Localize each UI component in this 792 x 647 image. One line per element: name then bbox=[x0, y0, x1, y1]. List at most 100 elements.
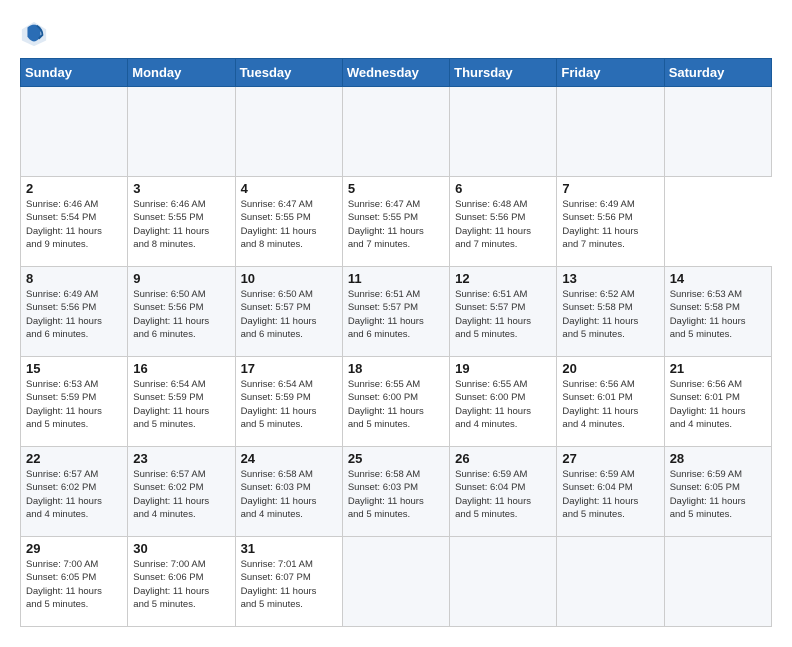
day-info: Sunrise: 6:49 AMSunset: 5:56 PMDaylight:… bbox=[26, 288, 122, 341]
day-number: 13 bbox=[562, 271, 658, 286]
day-number: 21 bbox=[670, 361, 766, 376]
day-number: 2 bbox=[26, 181, 122, 196]
day-info: Sunrise: 6:57 AMSunset: 6:02 PMDaylight:… bbox=[133, 468, 229, 521]
day-cell-10: 10 Sunrise: 6:50 AMSunset: 5:57 PMDaylig… bbox=[235, 267, 342, 357]
day-cell-6: 6 Sunrise: 6:48 AMSunset: 5:56 PMDayligh… bbox=[450, 177, 557, 267]
day-info: Sunrise: 6:49 AMSunset: 5:56 PMDaylight:… bbox=[562, 198, 658, 251]
day-number: 16 bbox=[133, 361, 229, 376]
day-info: Sunrise: 6:50 AMSunset: 5:56 PMDaylight:… bbox=[133, 288, 229, 341]
day-number: 7 bbox=[562, 181, 658, 196]
column-header-sunday: Sunday bbox=[21, 59, 128, 87]
day-number: 30 bbox=[133, 541, 229, 556]
day-info: Sunrise: 6:50 AMSunset: 5:57 PMDaylight:… bbox=[241, 288, 337, 341]
calendar-week-6: 29 Sunrise: 7:00 AMSunset: 6:05 PMDaylig… bbox=[21, 537, 772, 627]
day-cell-22: 22 Sunrise: 6:57 AMSunset: 6:02 PMDaylig… bbox=[21, 447, 128, 537]
day-cell-16: 16 Sunrise: 6:54 AMSunset: 5:59 PMDaylig… bbox=[128, 357, 235, 447]
day-cell-24: 24 Sunrise: 6:58 AMSunset: 6:03 PMDaylig… bbox=[235, 447, 342, 537]
day-cell-14: 14 Sunrise: 6:53 AMSunset: 5:58 PMDaylig… bbox=[664, 267, 771, 357]
day-info: Sunrise: 6:59 AMSunset: 6:04 PMDaylight:… bbox=[455, 468, 551, 521]
day-info: Sunrise: 6:46 AMSunset: 5:54 PMDaylight:… bbox=[26, 198, 122, 251]
calendar-week-1 bbox=[21, 87, 772, 177]
day-info: Sunrise: 6:46 AMSunset: 5:55 PMDaylight:… bbox=[133, 198, 229, 251]
logo-icon bbox=[20, 20, 48, 48]
empty-cell bbox=[342, 537, 449, 627]
day-number: 3 bbox=[133, 181, 229, 196]
day-info: Sunrise: 6:48 AMSunset: 5:56 PMDaylight:… bbox=[455, 198, 551, 251]
day-number: 24 bbox=[241, 451, 337, 466]
day-info: Sunrise: 6:53 AMSunset: 5:59 PMDaylight:… bbox=[26, 378, 122, 431]
calendar-week-2: 2 Sunrise: 6:46 AMSunset: 5:54 PMDayligh… bbox=[21, 177, 772, 267]
day-cell-19: 19 Sunrise: 6:55 AMSunset: 6:00 PMDaylig… bbox=[450, 357, 557, 447]
day-number: 18 bbox=[348, 361, 444, 376]
day-info: Sunrise: 6:57 AMSunset: 6:02 PMDaylight:… bbox=[26, 468, 122, 521]
day-info: Sunrise: 6:59 AMSunset: 6:04 PMDaylight:… bbox=[562, 468, 658, 521]
day-info: Sunrise: 6:54 AMSunset: 5:59 PMDaylight:… bbox=[133, 378, 229, 431]
day-number: 23 bbox=[133, 451, 229, 466]
day-cell-17: 17 Sunrise: 6:54 AMSunset: 5:59 PMDaylig… bbox=[235, 357, 342, 447]
day-info: Sunrise: 6:55 AMSunset: 6:00 PMDaylight:… bbox=[348, 378, 444, 431]
day-cell-15: 15 Sunrise: 6:53 AMSunset: 5:59 PMDaylig… bbox=[21, 357, 128, 447]
day-info: Sunrise: 6:59 AMSunset: 6:05 PMDaylight:… bbox=[670, 468, 766, 521]
day-cell-23: 23 Sunrise: 6:57 AMSunset: 6:02 PMDaylig… bbox=[128, 447, 235, 537]
calendar-header-row: SundayMondayTuesdayWednesdayThursdayFrid… bbox=[21, 59, 772, 87]
day-number: 27 bbox=[562, 451, 658, 466]
page-header bbox=[20, 20, 772, 48]
empty-cell bbox=[664, 87, 771, 177]
day-cell-31: 31 Sunrise: 7:01 AMSunset: 6:07 PMDaylig… bbox=[235, 537, 342, 627]
day-number: 17 bbox=[241, 361, 337, 376]
day-cell-20: 20 Sunrise: 6:56 AMSunset: 6:01 PMDaylig… bbox=[557, 357, 664, 447]
day-number: 26 bbox=[455, 451, 551, 466]
day-cell-12: 12 Sunrise: 6:51 AMSunset: 5:57 PMDaylig… bbox=[450, 267, 557, 357]
day-cell-30: 30 Sunrise: 7:00 AMSunset: 6:06 PMDaylig… bbox=[128, 537, 235, 627]
day-cell-25: 25 Sunrise: 6:58 AMSunset: 6:03 PMDaylig… bbox=[342, 447, 449, 537]
day-number: 22 bbox=[26, 451, 122, 466]
column-header-tuesday: Tuesday bbox=[235, 59, 342, 87]
empty-cell bbox=[557, 87, 664, 177]
day-number: 8 bbox=[26, 271, 122, 286]
day-number: 15 bbox=[26, 361, 122, 376]
day-info: Sunrise: 6:58 AMSunset: 6:03 PMDaylight:… bbox=[348, 468, 444, 521]
calendar-week-5: 22 Sunrise: 6:57 AMSunset: 6:02 PMDaylig… bbox=[21, 447, 772, 537]
day-info: Sunrise: 6:52 AMSunset: 5:58 PMDaylight:… bbox=[562, 288, 658, 341]
empty-cell bbox=[235, 87, 342, 177]
day-cell-2: 2 Sunrise: 6:46 AMSunset: 5:54 PMDayligh… bbox=[21, 177, 128, 267]
day-cell-3: 3 Sunrise: 6:46 AMSunset: 5:55 PMDayligh… bbox=[128, 177, 235, 267]
day-info: Sunrise: 7:00 AMSunset: 6:05 PMDaylight:… bbox=[26, 558, 122, 611]
day-cell-11: 11 Sunrise: 6:51 AMSunset: 5:57 PMDaylig… bbox=[342, 267, 449, 357]
day-number: 28 bbox=[670, 451, 766, 466]
day-info: Sunrise: 6:56 AMSunset: 6:01 PMDaylight:… bbox=[562, 378, 658, 431]
day-cell-5: 5 Sunrise: 6:47 AMSunset: 5:55 PMDayligh… bbox=[342, 177, 449, 267]
day-number: 29 bbox=[26, 541, 122, 556]
day-cell-4: 4 Sunrise: 6:47 AMSunset: 5:55 PMDayligh… bbox=[235, 177, 342, 267]
day-number: 9 bbox=[133, 271, 229, 286]
day-number: 12 bbox=[455, 271, 551, 286]
day-cell-7: 7 Sunrise: 6:49 AMSunset: 5:56 PMDayligh… bbox=[557, 177, 664, 267]
day-number: 11 bbox=[348, 271, 444, 286]
day-cell-9: 9 Sunrise: 6:50 AMSunset: 5:56 PMDayligh… bbox=[128, 267, 235, 357]
column-header-monday: Monday bbox=[128, 59, 235, 87]
day-cell-18: 18 Sunrise: 6:55 AMSunset: 6:00 PMDaylig… bbox=[342, 357, 449, 447]
empty-cell bbox=[450, 87, 557, 177]
calendar-week-3: 8 Sunrise: 6:49 AMSunset: 5:56 PMDayligh… bbox=[21, 267, 772, 357]
day-info: Sunrise: 6:51 AMSunset: 5:57 PMDaylight:… bbox=[455, 288, 551, 341]
day-info: Sunrise: 6:47 AMSunset: 5:55 PMDaylight:… bbox=[241, 198, 337, 251]
day-info: Sunrise: 6:58 AMSunset: 6:03 PMDaylight:… bbox=[241, 468, 337, 521]
day-info: Sunrise: 6:54 AMSunset: 5:59 PMDaylight:… bbox=[241, 378, 337, 431]
empty-cell bbox=[128, 87, 235, 177]
calendar-table: SundayMondayTuesdayWednesdayThursdayFrid… bbox=[20, 58, 772, 627]
day-number: 5 bbox=[348, 181, 444, 196]
day-cell-21: 21 Sunrise: 6:56 AMSunset: 6:01 PMDaylig… bbox=[664, 357, 771, 447]
day-number: 14 bbox=[670, 271, 766, 286]
day-number: 20 bbox=[562, 361, 658, 376]
day-info: Sunrise: 7:01 AMSunset: 6:07 PMDaylight:… bbox=[241, 558, 337, 611]
day-info: Sunrise: 7:00 AMSunset: 6:06 PMDaylight:… bbox=[133, 558, 229, 611]
day-number: 31 bbox=[241, 541, 337, 556]
day-number: 19 bbox=[455, 361, 551, 376]
day-cell-27: 27 Sunrise: 6:59 AMSunset: 6:04 PMDaylig… bbox=[557, 447, 664, 537]
day-info: Sunrise: 6:51 AMSunset: 5:57 PMDaylight:… bbox=[348, 288, 444, 341]
day-cell-26: 26 Sunrise: 6:59 AMSunset: 6:04 PMDaylig… bbox=[450, 447, 557, 537]
day-number: 6 bbox=[455, 181, 551, 196]
day-info: Sunrise: 6:53 AMSunset: 5:58 PMDaylight:… bbox=[670, 288, 766, 341]
day-cell-28: 28 Sunrise: 6:59 AMSunset: 6:05 PMDaylig… bbox=[664, 447, 771, 537]
day-cell-13: 13 Sunrise: 6:52 AMSunset: 5:58 PMDaylig… bbox=[557, 267, 664, 357]
